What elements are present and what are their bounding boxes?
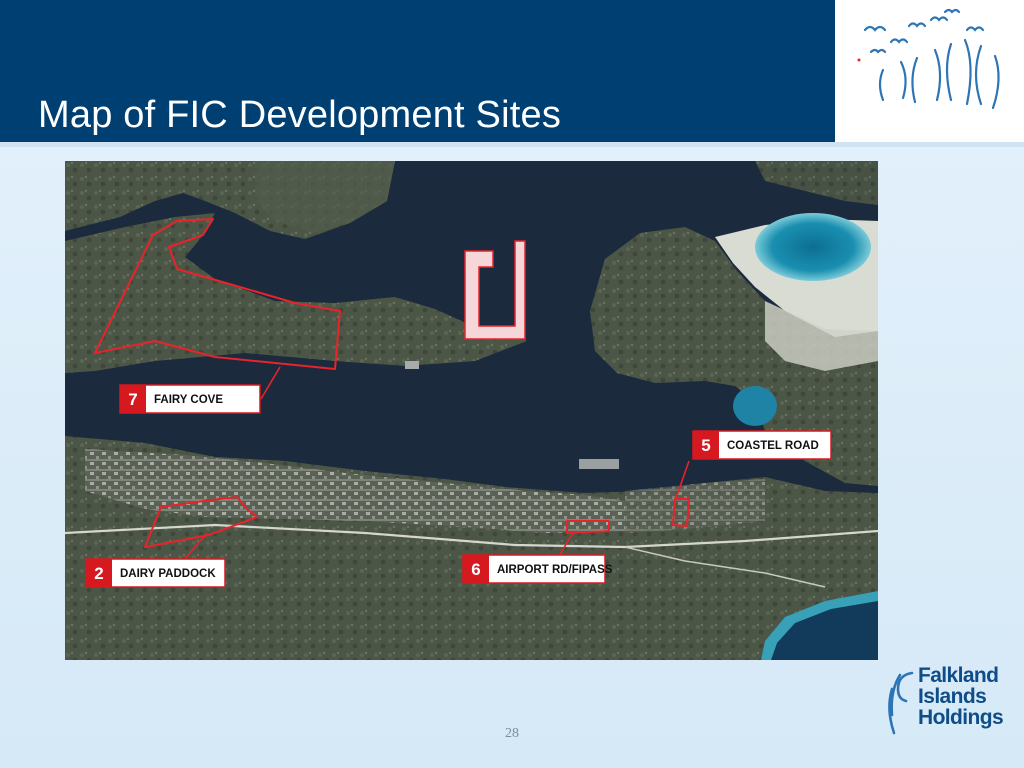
swan-icon bbox=[888, 671, 914, 735]
site-name: DAIRY PADDOCK bbox=[120, 568, 216, 580]
site-number: 6 bbox=[471, 560, 480, 579]
site-name: AIRPORT RD/FIPASS bbox=[497, 564, 613, 576]
site-name: FAIRY COVE bbox=[154, 394, 223, 406]
logo-line-islands: Islands bbox=[918, 685, 987, 708]
header-band: Map of FIC Development Sites bbox=[0, 0, 835, 142]
site-number: 5 bbox=[701, 436, 710, 455]
logo-line-holdings: Holdings bbox=[918, 706, 1004, 729]
site-label-fairy-cove[interactable]: 7 FAIRY COVE bbox=[119, 384, 261, 414]
site-label-dairy-paddock[interactable]: 2 DAIRY PADDOCK bbox=[85, 558, 226, 588]
site-name: COASTEL ROAD bbox=[727, 440, 819, 452]
page-number: 28 bbox=[505, 726, 519, 741]
logo-line-falkland: Falkland bbox=[918, 664, 999, 687]
site-label-airport-rd-fipass[interactable]: 6 AIRPORT RD/FIPASS bbox=[462, 554, 613, 584]
aerial-map: 7 FAIRY COVE 5 COASTEL ROAD 2 DAIRY PADDOCK 6 A… bbox=[65, 161, 878, 660]
site-number: 7 bbox=[128, 390, 137, 409]
ship bbox=[579, 459, 619, 469]
site-number: 2 bbox=[94, 564, 103, 583]
birds-icon bbox=[857, 8, 1000, 110]
site-label-coastel-road[interactable]: 5 COASTEL ROAD bbox=[692, 430, 832, 460]
header-divider bbox=[0, 142, 1024, 147]
slide-title: Map of FIC Development Sites bbox=[38, 94, 562, 136]
falkland-islands-holdings-logo: Falkland Islands Holdings bbox=[884, 665, 1014, 760]
top-logo bbox=[835, 0, 1024, 142]
lagoon bbox=[755, 213, 871, 281]
